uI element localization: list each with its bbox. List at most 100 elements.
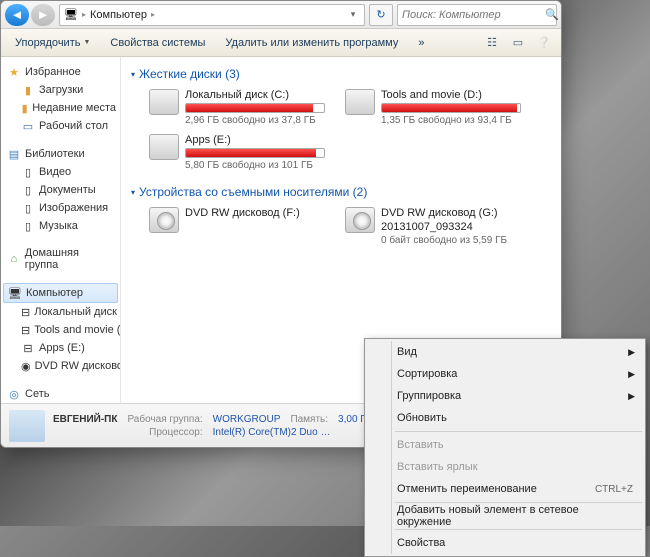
refresh-button[interactable]: ↻: [369, 4, 393, 26]
cm-sort[interactable]: Сортировка▶: [367, 363, 643, 385]
cm-undo-rename[interactable]: Отменить переименованиеCTRL+Z: [367, 478, 643, 500]
sidebar-item-drive-e[interactable]: ⊟Apps (E:): [1, 339, 120, 357]
sidebar-item-documents[interactable]: ▯Документы: [1, 181, 120, 199]
drive-icon: ⊟: [21, 323, 30, 337]
drive-name: DVD RW дисковод (G:): [381, 207, 521, 219]
section-removable[interactable]: Устройства со съемными носителями (2): [131, 181, 551, 203]
back-button[interactable]: ◄: [5, 4, 29, 26]
hdd-icon: [149, 89, 179, 115]
computer-icon: 🖥: [8, 286, 22, 300]
sidebar-item-drive-d[interactable]: ⊟Tools and movie (D:): [1, 321, 120, 339]
address-bar[interactable]: 🖥 ▸ Компьютер ▸ ▾: [59, 4, 365, 26]
status-wg: WORKGROUP: [213, 414, 281, 425]
section-hdd[interactable]: Жесткие диски (3): [131, 63, 551, 85]
sidebar-item-videos[interactable]: ▯Видео: [1, 163, 120, 181]
star-icon: ★: [7, 65, 21, 79]
titlebar: ◄ ► 🖥 ▸ Компьютер ▸ ▾ ↻ 🔍: [1, 1, 561, 29]
removable-item[interactable]: DVD RW дисковод (F:): [149, 207, 325, 246]
preview-pane-button[interactable]: ▭: [507, 33, 529, 53]
view-mode-button[interactable]: ☷: [481, 33, 503, 53]
drive-free-space: 2,96 ГБ свободно из 37,8 ГБ: [185, 115, 325, 126]
library-icon: ▤: [7, 147, 21, 161]
picture-icon: ▯: [21, 201, 35, 215]
drive-usage-bar: [381, 103, 521, 113]
dvd-icon: ◉: [21, 359, 31, 373]
breadcrumb-sep: ▸: [151, 10, 155, 19]
drive-item[interactable]: Локальный диск (C:) 2,96 ГБ свободно из …: [149, 89, 325, 126]
sidebar-favorites-head[interactable]: ★Избранное: [1, 63, 120, 81]
homegroup-icon: ⌂: [7, 252, 21, 266]
drive-name: Локальный диск (C:): [185, 89, 325, 101]
sidebar-item-drive-c[interactable]: ⊟Локальный диск (C:): [1, 303, 120, 321]
sidebar-network-head[interactable]: ◎Сеть: [1, 385, 120, 403]
removable-item[interactable]: DVD RW дисковод (G:) 20131007_093324 0 б…: [345, 207, 521, 246]
music-icon: ▯: [21, 219, 35, 233]
folder-icon: ▮: [21, 83, 35, 97]
hdd-icon: [345, 89, 375, 115]
computer-icon: 🖥: [64, 8, 78, 22]
drive-item[interactable]: Tools and movie (D:) 1,35 ГБ свободно из…: [345, 89, 521, 126]
forward-button[interactable]: ►: [31, 4, 55, 26]
folder-icon: ▮: [21, 101, 28, 115]
drive-free-space: 5,80 ГБ свободно из 101 ГБ: [185, 160, 325, 171]
cm-paste-shortcut: Вставить ярлык: [367, 456, 643, 478]
status-cpu: Intel(R) Core(TM)2 Duo …: [213, 427, 373, 438]
chevron-right-icon: ▶: [628, 391, 635, 402]
cm-view[interactable]: Вид▶: [367, 341, 643, 363]
breadcrumb-sep: ▸: [82, 10, 86, 19]
cm-refresh[interactable]: Обновить: [367, 407, 643, 429]
status-cpu-label: Процессор:: [127, 427, 202, 438]
uninstall-program-button[interactable]: Удалить или изменить программу: [217, 34, 406, 52]
help-button[interactable]: ❔: [533, 33, 555, 53]
drive-name: DVD RW дисковод (F:): [185, 207, 325, 219]
drive-icon: ⊟: [21, 341, 35, 355]
drive-usage-bar: [185, 103, 325, 113]
video-icon: ▯: [21, 165, 35, 179]
drive-free-space: 1,35 ГБ свободно из 93,4 ГБ: [381, 115, 521, 126]
document-icon: ▯: [21, 183, 35, 197]
sidebar-item-pictures[interactable]: ▯Изображения: [1, 199, 120, 217]
chevron-right-icon: ▶: [628, 347, 635, 358]
toolbar: Упорядочить▼ Свойства системы Удалить ил…: [1, 29, 561, 57]
status-wg-label: Рабочая группа:: [127, 414, 202, 425]
search-icon: 🔍: [545, 8, 559, 21]
chevron-right-icon: ▶: [628, 369, 635, 380]
toolbar-overflow[interactable]: »: [410, 34, 432, 52]
organize-button[interactable]: Упорядочить▼: [7, 34, 98, 52]
status-mem-label: Память:: [290, 414, 328, 425]
sidebar-item-computer[interactable]: 🖥Компьютер: [3, 283, 118, 303]
desktop-icon: ▭: [21, 119, 35, 133]
sidebar: ★Избранное ▮Загрузки ▮Недавние места ▭Ра…: [1, 57, 121, 403]
drive-usage-bar: [185, 148, 325, 158]
sidebar-item-music[interactable]: ▯Музыка: [1, 217, 120, 235]
cm-paste: Вставить: [367, 434, 643, 456]
cm-group[interactable]: Группировка▶: [367, 385, 643, 407]
sidebar-item-dvd[interactable]: ◉DVD RW дисковод (…: [1, 357, 120, 375]
cm-properties[interactable]: Свойства: [367, 532, 643, 554]
drive-free-space: 0 байт свободно из 5,59 ГБ: [381, 235, 521, 246]
cm-shortcut: CTRL+Z: [595, 484, 633, 495]
sidebar-libraries-head[interactable]: ▤Библиотеки: [1, 145, 120, 163]
system-properties-button[interactable]: Свойства системы: [102, 34, 213, 52]
drive-label: 20131007_093324: [381, 221, 521, 233]
search-input[interactable]: [402, 9, 545, 21]
computer-large-icon: [9, 410, 45, 442]
context-menu: Вид▶ Сортировка▶ Группировка▶ Обновить В…: [364, 338, 646, 557]
drive-name: Tools and movie (D:): [381, 89, 521, 101]
sidebar-item-downloads[interactable]: ▮Загрузки: [1, 81, 120, 99]
address-dropdown[interactable]: ▾: [346, 9, 360, 20]
status-computer-name: ЕВГЕНИЙ-ПК: [53, 414, 117, 425]
sidebar-item-recent[interactable]: ▮Недавние места: [1, 99, 120, 117]
breadcrumb-computer[interactable]: Компьютер: [90, 9, 147, 21]
drive-name: Apps (E:): [185, 134, 325, 146]
drive-icon: ⊟: [21, 305, 30, 319]
search-box[interactable]: 🔍: [397, 4, 557, 26]
cm-add-network[interactable]: Добавить новый элемент в сетевое окружен…: [367, 505, 643, 527]
dvd-icon: [345, 207, 375, 233]
sidebar-item-desktop[interactable]: ▭Рабочий стол: [1, 117, 120, 135]
hdd-icon: [149, 134, 179, 160]
drive-item[interactable]: Apps (E:) 5,80 ГБ свободно из 101 ГБ: [149, 134, 325, 171]
dvd-icon: [149, 207, 179, 233]
chevron-down-icon: ▼: [83, 39, 90, 46]
sidebar-homegroup-head[interactable]: ⌂Домашняя группа: [1, 245, 120, 273]
